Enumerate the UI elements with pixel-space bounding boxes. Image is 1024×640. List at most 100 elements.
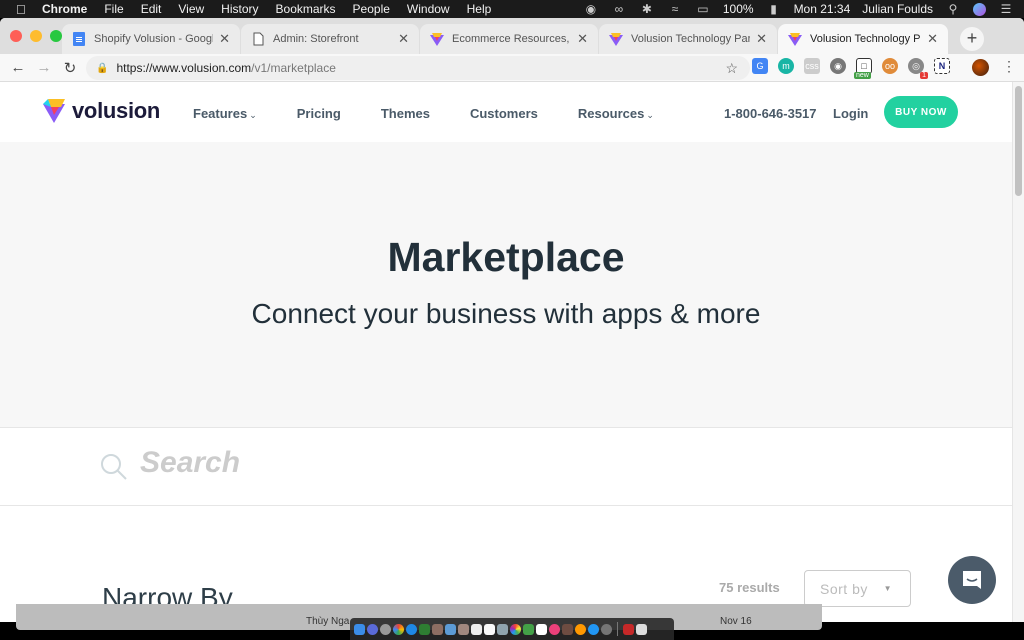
nav-themes[interactable]: Themes [381,106,430,121]
network-extension-icon[interactable]: ◎ 1 [908,58,928,79]
ibooks-icon[interactable] [575,623,586,635]
menu-edit[interactable]: Edit [141,2,162,16]
phone-link[interactable]: 1-800-646-3517 [724,106,817,121]
hero-section: Marketplace Connect your business with a… [0,142,1012,428]
finder-icon[interactable] [354,623,365,635]
macos-menubar:  Chrome File Edit View History Bookmark… [0,0,1024,18]
bookmark-star-icon[interactable]: ☆ [725,60,738,77]
tab-ecommerce-resources[interactable]: Ecommerce Resources, Training ✕ [420,24,598,54]
scrivener-icon[interactable] [419,623,430,635]
macos-dock [350,618,674,640]
trash-icon[interactable] [636,623,647,635]
profile-avatar[interactable] [972,59,989,76]
chat-widget-button[interactable] [948,556,996,604]
reminders-icon[interactable] [484,623,495,635]
page-title: Marketplace [387,234,625,280]
close-tab-icon[interactable]: ✕ [398,31,409,47]
clock[interactable]: Mon 21:34 [794,2,851,16]
menu-app-name[interactable]: Chrome [42,2,87,16]
nav-pricing[interactable]: Pricing [297,106,341,121]
preview-icon[interactable] [445,623,456,635]
search-bar [0,429,1012,506]
siri-dock-icon[interactable] [367,623,378,635]
photos-icon[interactable] [510,623,521,635]
new-badge: new [854,72,871,79]
chrome-menu-icon[interactable]: ⋮ [1002,58,1016,75]
lock-icon[interactable]: 🔒 [96,63,108,74]
nav-features[interactable]: Features ⌄ [193,106,257,121]
fox-status-icon[interactable]: ◉ [583,2,599,16]
user-name[interactable]: Julian Foulds [862,2,933,16]
screenshot-extension-icon[interactable]: □ new [854,58,872,79]
nav-customers[interactable]: Customers [470,106,538,121]
google-docs-icon [72,32,86,46]
tab-volusion-partners-active[interactable]: Volusion Technology Partners ✕ [778,24,948,54]
new-tab-button[interactable]: + [960,27,984,51]
background-text: Thùy Nga [306,616,350,627]
film-extension-icon[interactable]: ◉ [830,58,846,74]
url-path: /v1/marketplace [251,61,336,75]
tab-volusion-partners[interactable]: Volusion Technology Partners ✕ [599,24,777,54]
buy-now-button[interactable]: BUY NOW [884,96,958,128]
close-tab-icon[interactable]: ✕ [927,31,938,47]
menu-help[interactable]: Help [467,2,492,16]
numbers-icon[interactable] [536,623,547,635]
menu-window[interactable]: Window [407,2,450,16]
close-tab-icon[interactable]: ✕ [756,31,767,47]
forward-button[interactable]: → [34,59,54,76]
close-window-button[interactable] [10,30,22,42]
search-input[interactable] [140,443,740,483]
n-extension-icon[interactable]: N [934,58,950,74]
address-bar[interactable]: 🔒 https://www.volusion.com/v1/marketplac… [86,56,750,80]
bluetooth-icon[interactable]: ✱ [639,2,655,16]
minimize-window-button[interactable] [30,30,42,42]
close-tab-icon[interactable]: ✕ [219,31,230,47]
nav-resources[interactable]: Resources ⌄ [578,106,654,121]
back-button[interactable]: ← [8,59,28,76]
garageband-icon[interactable] [562,623,573,635]
notebook-icon[interactable] [432,623,443,635]
login-link[interactable]: Login [833,106,868,121]
tab-admin-storefront[interactable]: Admin: Storefront ✕ [241,24,419,54]
reload-button[interactable]: ↻ [60,59,80,77]
zoom-window-button[interactable] [50,30,62,42]
calendar-icon[interactable] [471,623,482,635]
spotlight-search-icon[interactable]: ⚲ [945,2,961,16]
owl-extension-icon[interactable]: oo [882,58,898,74]
css-extension-icon[interactable]: css [804,58,820,74]
sort-by-select[interactable]: Sort by ▼ [804,570,911,607]
contacts-icon[interactable] [458,623,469,635]
notification-center-icon[interactable]: ☰ [998,2,1014,16]
battery-icon[interactable]: ▮ [766,2,782,16]
tab-google-docs[interactable]: Shopify Volusion - Google Docs ✕ [62,24,240,54]
apple-menu-icon[interactable]:  [16,2,32,17]
chevron-down-icon: ⌄ [249,110,257,120]
menu-view[interactable]: View [178,2,204,16]
facetime-icon[interactable] [523,623,534,635]
wifi-icon[interactable]: ≈ [667,2,683,16]
chrome-dock-icon[interactable] [393,623,404,635]
downloads-stack-icon[interactable] [623,623,634,635]
app-store-icon[interactable] [588,623,599,635]
launchpad-icon[interactable] [380,623,391,635]
safari-icon[interactable] [406,623,417,635]
menu-history[interactable]: History [221,2,258,16]
menu-people[interactable]: People [353,2,390,16]
tab-title: Shopify Volusion - Google Docs [94,33,213,45]
siri-icon[interactable] [973,2,986,16]
m-extension-icon[interactable]: m [778,58,794,74]
main-nav: Features ⌄ Pricing Themes Customers Resou… [193,106,694,121]
scrollbar-thumb[interactable] [1015,86,1022,196]
creative-cloud-icon[interactable]: ∞ [611,2,627,16]
results-count: 75 results [719,580,780,595]
airplay-icon[interactable]: ▭ [695,2,711,16]
system-preferences-icon[interactable] [601,623,612,635]
page-scrollbar[interactable] [1012,82,1024,622]
photos-booth-icon[interactable] [497,623,508,635]
volusion-logo[interactable]: volusion [42,98,160,124]
menu-bookmarks[interactable]: Bookmarks [276,2,336,16]
itunes-icon[interactable] [549,623,560,635]
menu-file[interactable]: File [104,2,123,16]
close-tab-icon[interactable]: ✕ [577,31,588,47]
google-translate-extension-icon[interactable]: G [752,58,768,74]
